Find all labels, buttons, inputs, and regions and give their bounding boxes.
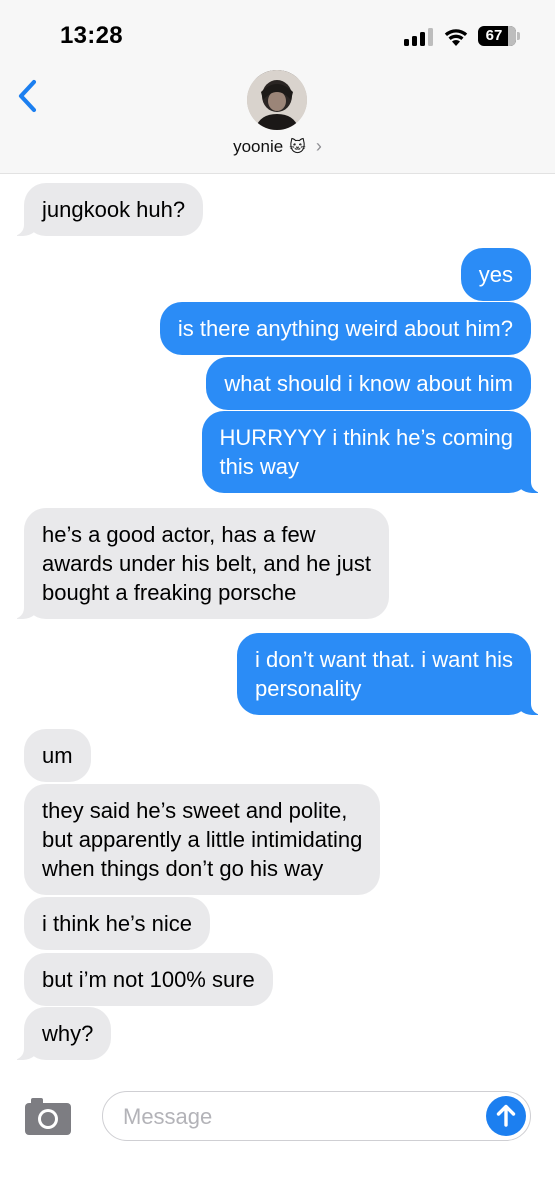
message-text: he’s a good actor, has a few awards unde… bbox=[42, 522, 371, 605]
message-bubble-incoming[interactable]: but i’m not 100% sure bbox=[24, 953, 273, 1006]
message-text: why? bbox=[42, 1021, 94, 1046]
status-time: 13:28 bbox=[60, 22, 123, 49]
battery-icon: 67 bbox=[478, 26, 516, 46]
contact-name: yoonie bbox=[233, 137, 284, 156]
message-input[interactable] bbox=[123, 1102, 483, 1132]
message-bubble-incoming[interactable]: um bbox=[24, 729, 91, 782]
message-bubble-outgoing[interactable]: yes bbox=[460, 248, 531, 301]
message-text: they said he’s sweet and polite, but app… bbox=[42, 798, 363, 881]
chevron-right-icon: › bbox=[315, 136, 322, 156]
message-text: but i’m not 100% sure bbox=[42, 967, 255, 992]
cat-emoji-icon: 🐱 bbox=[289, 139, 306, 156]
message-text: i think he’s nice bbox=[42, 911, 193, 936]
message-bubble-incoming[interactable]: jungkook huh? bbox=[1, 183, 204, 236]
message-text: yes bbox=[478, 262, 513, 287]
message-text: jungkook huh? bbox=[42, 197, 186, 222]
message-text: i don’t want that. i want his personalit… bbox=[254, 647, 513, 701]
message-bubble-incoming[interactable]: i think he’s nice bbox=[24, 897, 211, 950]
message-bubble-outgoing[interactable]: what should i know about him bbox=[206, 357, 531, 410]
wifi-icon bbox=[444, 29, 468, 46]
message-text: is there anything weird about him? bbox=[177, 316, 513, 341]
message-bubble-incoming[interactable]: he’s a good actor, has a few awards unde… bbox=[2, 508, 389, 619]
battery-level: 67 bbox=[485, 27, 503, 44]
cellular-signal-icon bbox=[404, 28, 434, 46]
conversation-header: yoonie 🐱 › bbox=[0, 64, 555, 174]
contact-name-row[interactable]: yoonie 🐱 › bbox=[0, 136, 555, 157]
send-arrow-icon bbox=[496, 1104, 516, 1127]
message-text: um bbox=[42, 743, 73, 768]
message-bubble-incoming[interactable]: they said he’s sweet and polite, but app… bbox=[24, 784, 381, 895]
back-chevron-icon[interactable] bbox=[14, 76, 50, 116]
battery-tip bbox=[517, 32, 520, 40]
message-bubble-incoming[interactable]: why? bbox=[1, 1007, 112, 1060]
message-field[interactable] bbox=[102, 1091, 531, 1141]
camera-icon[interactable] bbox=[24, 1096, 72, 1136]
message-bubble-outgoing[interactable]: is there anything weird about him? bbox=[159, 302, 531, 355]
message-bubble-outgoing[interactable]: i don’t want that. i want his personalit… bbox=[236, 633, 554, 715]
message-text: HURRYYY i think he’s coming this way bbox=[219, 425, 513, 479]
status-bar: 13:28 67 bbox=[0, 0, 555, 64]
avatar-photo bbox=[247, 70, 307, 130]
send-button[interactable] bbox=[486, 1096, 526, 1136]
message-text: what should i know about him bbox=[224, 371, 513, 396]
contact-avatar[interactable] bbox=[247, 70, 307, 130]
message-bubble-outgoing[interactable]: HURRYYY i think he’s coming this way bbox=[201, 411, 554, 493]
